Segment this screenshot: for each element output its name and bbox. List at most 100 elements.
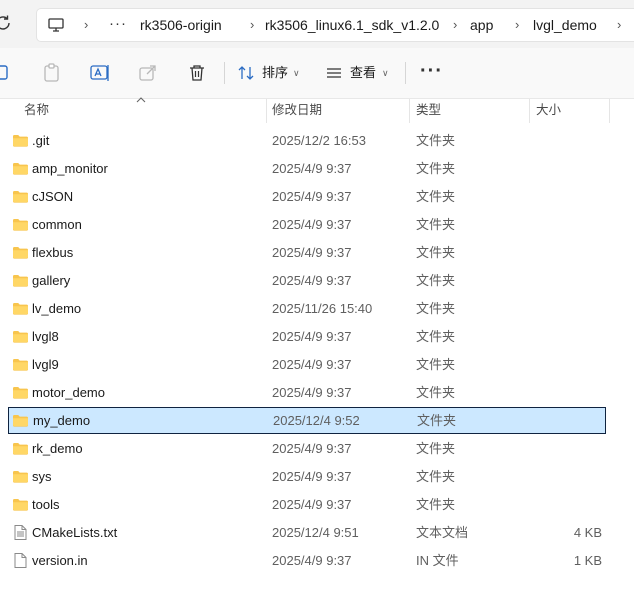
chevron-right-icon[interactable]: › bbox=[84, 9, 88, 41]
table-row[interactable]: sys 2025/4/9 9:37 文件夹 bbox=[8, 463, 606, 490]
share-icon[interactable] bbox=[136, 61, 160, 85]
file-size: 1 KB bbox=[573, 553, 602, 568]
file-type: 文件夹 bbox=[416, 497, 456, 512]
file-type: 文本文档 bbox=[416, 525, 469, 540]
file-type: 文件夹 bbox=[416, 245, 456, 260]
file-modified-date: 2025/4/9 9:37 bbox=[272, 273, 352, 288]
file-modified-date: 2025/4/9 9:37 bbox=[272, 329, 352, 344]
file-name[interactable]: gallery bbox=[32, 267, 70, 294]
view-label: 查看 bbox=[350, 65, 377, 80]
file-type: 文件夹 bbox=[416, 329, 456, 344]
file-type: 文件夹 bbox=[416, 357, 456, 372]
column-header-date[interactable]: 修改日期 bbox=[272, 99, 322, 123]
rename-icon[interactable] bbox=[88, 61, 112, 85]
file-name[interactable]: flexbus bbox=[32, 239, 73, 266]
column-divider[interactable] bbox=[409, 99, 410, 123]
file-name[interactable]: sys bbox=[32, 463, 52, 490]
chevron-right-icon[interactable]: › bbox=[617, 9, 621, 41]
chevron-right-icon[interactable]: › bbox=[515, 9, 519, 41]
column-header-type[interactable]: 类型 bbox=[416, 99, 441, 123]
column-divider[interactable] bbox=[609, 99, 610, 123]
file-name[interactable]: tools bbox=[32, 491, 59, 518]
table-row[interactable]: CMakeLists.txt 2025/12/4 9:51 文本文档 4 KB bbox=[8, 519, 606, 546]
computer-icon[interactable] bbox=[47, 16, 65, 34]
table-row[interactable]: version.in 2025/4/9 9:37 IN 文件 1 KB bbox=[8, 547, 606, 574]
file-name[interactable]: lvgl8 bbox=[32, 323, 59, 350]
file-type: 文件夹 bbox=[416, 133, 456, 148]
file-type: 文件夹 bbox=[416, 189, 456, 204]
file-name[interactable]: amp_monitor bbox=[32, 155, 108, 182]
file-name[interactable]: cJSON bbox=[32, 183, 73, 210]
table-row[interactable]: gallery 2025/4/9 9:37 文件夹 bbox=[8, 267, 606, 294]
folder-icon bbox=[12, 272, 29, 289]
file-modified-date: 2025/12/2 16:53 bbox=[272, 133, 366, 148]
file-type: 文件夹 bbox=[416, 469, 456, 484]
file-name[interactable]: common bbox=[32, 211, 82, 238]
table-row-selected[interactable]: my_demo 2025/12/4 9:52 文件夹 bbox=[8, 407, 606, 434]
table-row[interactable]: .git 2025/12/2 16:53 文件夹 bbox=[8, 127, 606, 154]
paste-icon[interactable] bbox=[40, 61, 64, 85]
table-row[interactable]: lvgl8 2025/4/9 9:37 文件夹 bbox=[8, 323, 606, 350]
file-modified-date: 2025/4/9 9:37 bbox=[272, 385, 352, 400]
table-row[interactable]: tools 2025/4/9 9:37 文件夹 bbox=[8, 491, 606, 518]
view-button[interactable]: 查看 ∨ bbox=[326, 60, 398, 86]
address-bar-area: › ··· rk3506-origin › rk3506_linux6.1_sd… bbox=[0, 0, 634, 48]
table-row[interactable]: amp_monitor 2025/4/9 9:37 文件夹 bbox=[8, 155, 606, 182]
chevron-right-icon[interactable]: › bbox=[250, 9, 254, 41]
column-divider[interactable] bbox=[266, 99, 267, 123]
command-bar: 排序 ∨ 查看 ∨ ··· bbox=[0, 48, 634, 99]
file-name[interactable]: version.in bbox=[32, 547, 88, 574]
breadcrumb[interactable]: › ··· rk3506-origin › rk3506_linux6.1_sd… bbox=[36, 8, 634, 42]
file-name[interactable]: my_demo bbox=[33, 407, 90, 434]
table-row[interactable]: flexbus 2025/4/9 9:37 文件夹 bbox=[8, 239, 606, 266]
breadcrumb-item[interactable]: app bbox=[470, 9, 493, 41]
table-row[interactable]: lv_demo 2025/11/26 15:40 文件夹 bbox=[8, 295, 606, 322]
file-type: 文件夹 bbox=[417, 413, 457, 428]
file-name[interactable]: motor_demo bbox=[32, 379, 105, 406]
breadcrumb-item[interactable]: rk3506-origin bbox=[140, 9, 222, 41]
file-name[interactable]: lvgl9 bbox=[32, 351, 59, 378]
refresh-icon[interactable] bbox=[0, 12, 14, 34]
column-header-size[interactable]: 大小 bbox=[536, 99, 561, 123]
file-type: 文件夹 bbox=[416, 161, 456, 176]
file-type: IN 文件 bbox=[416, 553, 459, 568]
folder-icon bbox=[12, 412, 29, 429]
file-name[interactable]: lv_demo bbox=[32, 295, 81, 322]
file-modified-date: 2025/12/4 9:52 bbox=[273, 413, 360, 428]
folder-icon bbox=[12, 160, 29, 177]
folder-icon bbox=[12, 300, 29, 317]
column-header-row: 名称 修改日期 类型 大小 bbox=[0, 97, 634, 123]
more-options-button[interactable]: ··· bbox=[420, 60, 442, 86]
table-row[interactable]: rk_demo 2025/4/9 9:37 文件夹 bbox=[8, 435, 606, 462]
table-row[interactable]: lvgl9 2025/4/9 9:37 文件夹 bbox=[8, 351, 606, 378]
breadcrumb-overflow-button[interactable]: ··· bbox=[109, 9, 127, 41]
file-type: 文件夹 bbox=[416, 441, 456, 456]
copy-icon[interactable] bbox=[0, 61, 14, 85]
column-header-name[interactable]: 名称 bbox=[24, 99, 49, 123]
table-row[interactable]: common 2025/4/9 9:37 文件夹 bbox=[8, 211, 606, 238]
folder-icon bbox=[12, 216, 29, 233]
folder-icon bbox=[12, 188, 29, 205]
table-row[interactable]: motor_demo 2025/4/9 9:37 文件夹 bbox=[8, 379, 606, 406]
file-type: 文件夹 bbox=[416, 273, 456, 288]
folder-icon bbox=[12, 440, 29, 457]
delete-icon[interactable] bbox=[185, 61, 209, 85]
file-icon bbox=[12, 552, 29, 569]
breadcrumb-item[interactable]: rk3506_linux6.1_sdk_v1.2.0 bbox=[265, 9, 439, 41]
chevron-right-icon[interactable]: › bbox=[453, 9, 457, 41]
file-modified-date: 2025/4/9 9:37 bbox=[272, 217, 352, 232]
file-modified-date: 2025/4/9 9:37 bbox=[272, 189, 352, 204]
sort-ascending-icon bbox=[136, 91, 146, 103]
sort-button[interactable]: 排序 ∨ bbox=[238, 60, 310, 86]
file-type: 文件夹 bbox=[416, 385, 456, 400]
sort-icon bbox=[238, 66, 254, 80]
column-divider[interactable] bbox=[529, 99, 530, 123]
file-name[interactable]: rk_demo bbox=[32, 435, 83, 462]
breadcrumb-item-current[interactable]: lvgl_demo bbox=[533, 9, 597, 41]
chevron-down-icon: ∨ bbox=[293, 68, 300, 78]
folder-icon bbox=[12, 496, 29, 513]
table-row[interactable]: cJSON 2025/4/9 9:37 文件夹 bbox=[8, 183, 606, 210]
file-name[interactable]: .git bbox=[32, 127, 49, 154]
file-name[interactable]: CMakeLists.txt bbox=[32, 519, 117, 546]
file-modified-date: 2025/4/9 9:37 bbox=[272, 245, 352, 260]
